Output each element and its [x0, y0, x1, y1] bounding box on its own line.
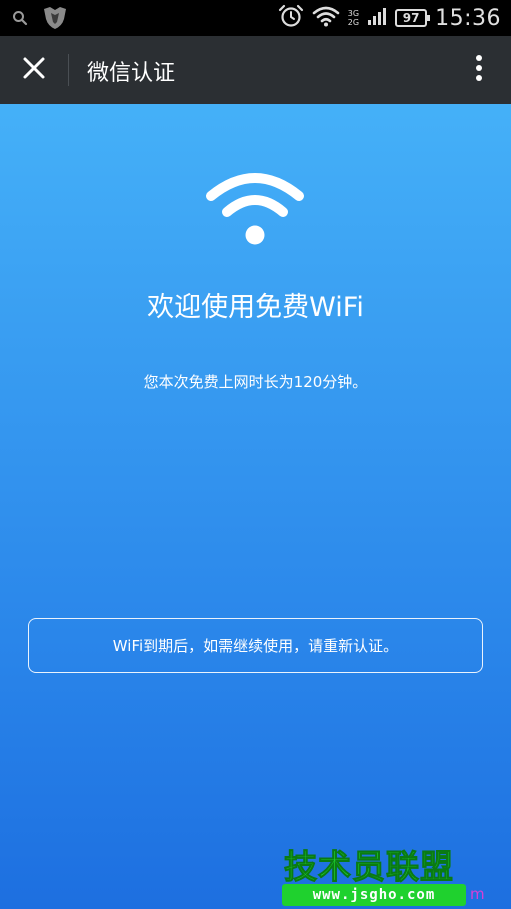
search-icon — [12, 10, 28, 30]
status-bar: 3G 2G 97 15:36 — [0, 0, 511, 36]
status-bar-left — [12, 6, 68, 34]
network-type-bottom: 2G — [347, 18, 360, 27]
watermark-suffix: m — [470, 885, 485, 903]
clock: 15:36 — [435, 5, 501, 31]
welcome-heading: 欢迎使用免费WiFi — [147, 292, 364, 323]
duration-text: 您本次免费上网时长为120分钟。 — [143, 373, 368, 391]
page-title: 微信认证 — [87, 61, 176, 86]
status-bar-right: 3G 2G 97 15:36 — [278, 4, 501, 32]
watermark-logo: 技术员联盟 www.jsgho.com m — [282, 840, 511, 909]
watermark-url: www.jsgho.com — [282, 884, 466, 906]
more-options-button[interactable] — [467, 54, 491, 86]
app-bar: 微信认证 — [0, 36, 511, 104]
app-bar-divider — [68, 54, 69, 86]
wifi-icon — [312, 5, 340, 31]
watermark-title: 技术员联盟 — [284, 847, 454, 887]
wifi-hero-icon — [205, 168, 305, 248]
close-icon — [22, 56, 46, 84]
close-button[interactable] — [14, 50, 54, 90]
more-vertical-icon — [475, 54, 483, 86]
network-type-top: 3G — [347, 9, 360, 18]
network-type: 3G 2G — [348, 9, 359, 27]
battery-level: 97 — [402, 11, 420, 25]
shield-icon — [42, 6, 68, 34]
alarm-icon — [278, 4, 304, 32]
battery-icon: 97 — [395, 9, 431, 27]
screen: 3G 2G 97 15:36 微信认证 欢迎使用免费WiFi 您本次免费上网时长… — [0, 0, 511, 909]
notice-box: WiFi到期后，如需继续使用，请重新认证。 — [28, 618, 483, 673]
notice-text: WiFi到期后，如需继续使用，请重新认证。 — [112, 637, 399, 655]
signal-icon — [367, 6, 387, 30]
